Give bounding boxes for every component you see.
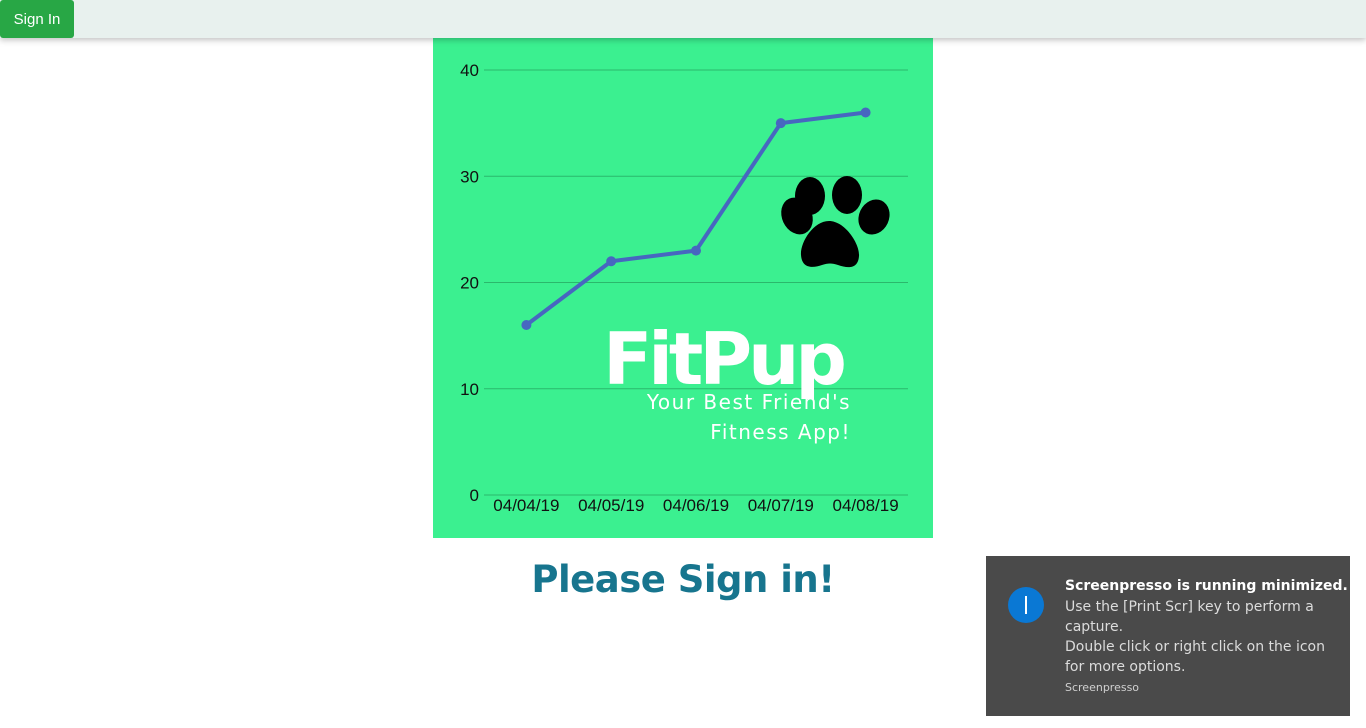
data-point xyxy=(606,256,617,267)
paw-icon xyxy=(781,176,890,268)
y-tick-label: 10 xyxy=(460,380,479,399)
toast-body-line: Double click or right click on the icon xyxy=(1065,639,1325,655)
series-line xyxy=(524,110,868,327)
notification-toast[interactable]: Screenpresso is running minimized. Use t… xyxy=(986,556,1350,716)
top-navbar: Sign In xyxy=(0,0,1366,38)
series-points xyxy=(521,107,871,330)
logo-tagline-line1: Your Best Friend's xyxy=(646,390,851,414)
data-point xyxy=(775,118,786,129)
logo-tagline-line2: Fitness App! xyxy=(710,420,851,444)
data-point xyxy=(691,245,701,256)
y-tick-labels: 0 10 20 30 40 xyxy=(460,61,479,505)
y-tick-label: 20 xyxy=(460,274,479,293)
x-tick-label: 04/08/19 xyxy=(833,496,899,515)
y-tick-label: 30 xyxy=(460,167,479,186)
toast-source: Screenpresso xyxy=(1065,681,1140,694)
x-tick-label: 04/04/19 xyxy=(493,496,559,515)
page-heading: Please Sign in! xyxy=(531,558,835,601)
toast-body-line: capture. xyxy=(1065,619,1124,635)
sign-in-button[interactable]: Sign In xyxy=(0,0,74,38)
x-tick-label: 04/07/19 xyxy=(748,496,814,515)
weight-line-chart: 0 10 20 30 40 04/04/19 04/05/19 04/06/19 04/07/… xyxy=(460,61,908,515)
toast-title: Screenpresso is running minimized. xyxy=(1065,578,1348,594)
chart-card: 0 10 20 30 40 04/04/19 04/05/19 04/06/19 04/07/… xyxy=(433,38,933,538)
y-tick-label: 0 xyxy=(470,486,479,505)
info-icon xyxy=(1008,587,1044,623)
toast-body-line: Use the [Print Scr] key to perform a xyxy=(1065,599,1314,615)
data-point xyxy=(860,107,871,118)
logo-wordmark: FitPup xyxy=(603,317,844,401)
x-tick-label: 04/05/19 xyxy=(578,496,644,515)
y-tick-label: 40 xyxy=(460,61,479,80)
x-tick-label: 04/06/19 xyxy=(663,496,729,515)
data-point xyxy=(521,320,532,330)
x-tick-labels: 04/04/19 04/05/19 04/06/19 04/07/19 04/08/19 xyxy=(493,496,898,515)
toast-body-line: for more options. xyxy=(1065,659,1186,675)
